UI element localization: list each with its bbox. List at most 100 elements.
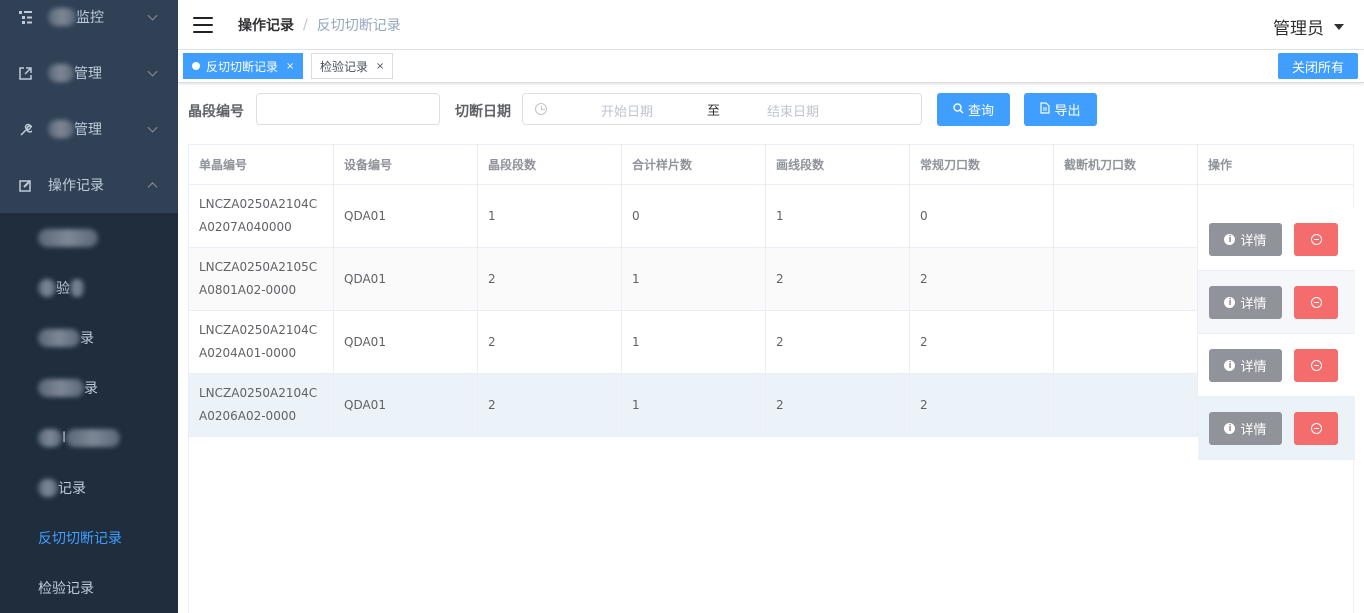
delete-button[interactable] — [1294, 349, 1338, 382]
table-cell: LNCZA0250A2105CA0801A02-0000 — [189, 248, 334, 310]
sidebar-item-label: 管理 — [74, 122, 102, 138]
blurred-label — [70, 279, 84, 297]
export-label: 导出 — [1054, 104, 1081, 119]
submenu-item[interactable] — [0, 213, 178, 263]
table-cell: 0 — [622, 185, 766, 247]
tag-inspection-records[interactable]: 检验记录 × — [311, 53, 394, 79]
submenu-item-label: 检验记录 — [38, 581, 94, 597]
operations-cell: i 详情 — [1198, 271, 1355, 334]
table-cell: 2 — [910, 248, 1054, 310]
blurred-label — [48, 120, 74, 138]
operations-cell: i 详情 — [1198, 397, 1355, 460]
delete-button[interactable] — [1294, 223, 1338, 256]
table-row: LNCZA0250A2104CA0206A02-0000 QDA01 2 1 2… — [189, 374, 1198, 437]
end-date-input[interactable]: 结束日期 — [767, 101, 819, 120]
detail-button[interactable]: i 详情 — [1209, 223, 1282, 256]
submenu-item[interactable]: 录 — [0, 363, 178, 413]
sidebar: 监控 管理 管理 操作记录 验 录 录 I 记录 反切切断记录 检验记录 — [0, 0, 178, 613]
info-icon: i — [1224, 297, 1236, 308]
table-cell: QDA01 — [334, 311, 478, 373]
table-cell: 2 — [766, 248, 910, 310]
data-table: 单晶编号 设备编号 晶段段数 合计样片数 画线段数 常规刀口数 截断机刀口数 L… — [188, 144, 1355, 613]
detail-button[interactable]: i 详情 — [1209, 349, 1282, 382]
table-cell: 2 — [910, 311, 1054, 373]
header-cell: 设备编号 — [334, 145, 478, 184]
sidebar-item-management-1[interactable]: 管理 — [0, 45, 178, 101]
search-icon — [953, 102, 964, 117]
active-dot-icon — [192, 62, 200, 70]
delete-button[interactable] — [1294, 286, 1338, 319]
remove-circle-icon — [1310, 234, 1322, 245]
export-button[interactable]: 导出 — [1024, 93, 1097, 126]
submenu-item[interactable]: 记录 — [0, 463, 178, 513]
tag-label: 检验记录 — [320, 59, 369, 74]
tag-cutback-records[interactable]: 反切切断记录 × — [183, 53, 304, 79]
detail-button[interactable]: i 详情 — [1209, 412, 1282, 445]
submenu-item-inspection-records[interactable]: 检验记录 — [0, 563, 178, 613]
navbar: 操作记录 / 反切切断记录 管理员 — [178, 0, 1364, 50]
table-cell: LNCZA0250A2104CA0206A02-0000 — [189, 374, 334, 436]
submenu-item-label: 记录 — [58, 481, 86, 497]
table-cell: 2 — [478, 374, 622, 436]
blurred-label — [38, 329, 80, 347]
external-link-icon — [18, 66, 32, 80]
sidebar-item-operation-records[interactable]: 操作记录 — [0, 157, 178, 213]
breadcrumb-separator: / — [303, 16, 308, 33]
info-icon: i — [1224, 423, 1236, 434]
submenu-item-cutback-records[interactable]: 反切切断记录 — [0, 513, 178, 563]
start-date-input[interactable]: 开始日期 — [601, 101, 653, 120]
blurred-label — [66, 429, 121, 447]
blurred-label — [48, 8, 76, 26]
breadcrumb-parent: 操作记录 — [238, 17, 294, 34]
sidebar-item-management-2[interactable]: 管理 — [0, 101, 178, 157]
submenu-item[interactable]: 验 — [0, 263, 178, 313]
segment-input[interactable] — [256, 93, 440, 125]
submenu-item-label: 录 — [80, 331, 94, 347]
date-label: 切断日期 — [455, 104, 511, 120]
blurred-label — [38, 379, 84, 397]
table-cell: 1 — [478, 185, 622, 247]
query-button[interactable]: 查询 — [937, 93, 1010, 126]
chevron-down-icon — [147, 66, 158, 77]
segment-label: 晶段编号 — [188, 104, 244, 120]
submenu-item[interactable]: I — [0, 413, 178, 463]
blurred-label — [38, 479, 58, 497]
submenu-item-label: 录 — [84, 381, 98, 397]
table-cell — [1054, 248, 1198, 310]
table-cell: 0 — [910, 185, 1054, 247]
user-menu[interactable]: 管理员 — [1273, 14, 1344, 39]
close-all-button[interactable]: 关闭所有 — [1278, 53, 1358, 79]
blurred-label — [38, 429, 62, 447]
table-cell: QDA01 — [334, 185, 478, 247]
wrench-icon — [18, 122, 32, 136]
header-cell: 截断机刀口数 — [1054, 145, 1198, 184]
submenu-item-label: 反切切断记录 — [38, 531, 122, 547]
submenu-item[interactable]: 录 — [0, 313, 178, 363]
date-range-picker[interactable]: 开始日期 至 结束日期 — [522, 93, 922, 125]
table-cell: 1 — [766, 185, 910, 247]
table-cell: 1 — [622, 248, 766, 310]
close-icon[interactable]: × — [286, 61, 294, 72]
tag-label: 反切切断记录 — [206, 59, 279, 74]
table-cell: LNCZA0250A2104CA0204A01-0000 — [189, 311, 334, 373]
chevron-down-icon — [147, 10, 158, 21]
table-row: LNCZA0250A2104CA0204A01-0000 QDA01 2 1 2… — [189, 311, 1198, 374]
submenu-operation-records: 验 录 录 I 记录 反切切断记录 检验记录 — [0, 213, 178, 613]
caret-down-icon — [1334, 23, 1344, 30]
delete-button[interactable] — [1294, 412, 1338, 445]
header-cell: 画线段数 — [766, 145, 910, 184]
header-cell: 单晶编号 — [189, 145, 334, 184]
info-icon: i — [1224, 360, 1236, 371]
remove-circle-icon — [1310, 297, 1322, 308]
sidebar-item-monitor[interactable]: 监控 — [0, 0, 178, 34]
table-cell: 2 — [478, 248, 622, 310]
close-icon[interactable]: × — [376, 61, 384, 72]
table-cell: 1 — [622, 374, 766, 436]
hamburger-icon[interactable] — [193, 16, 213, 33]
detail-label: 详情 — [1240, 360, 1267, 375]
detail-button[interactable]: i 详情 — [1209, 286, 1282, 319]
blurred-label — [38, 229, 98, 247]
detail-label: 详情 — [1240, 423, 1267, 438]
table-cell: 2 — [910, 374, 1054, 436]
remove-circle-icon — [1310, 423, 1322, 434]
